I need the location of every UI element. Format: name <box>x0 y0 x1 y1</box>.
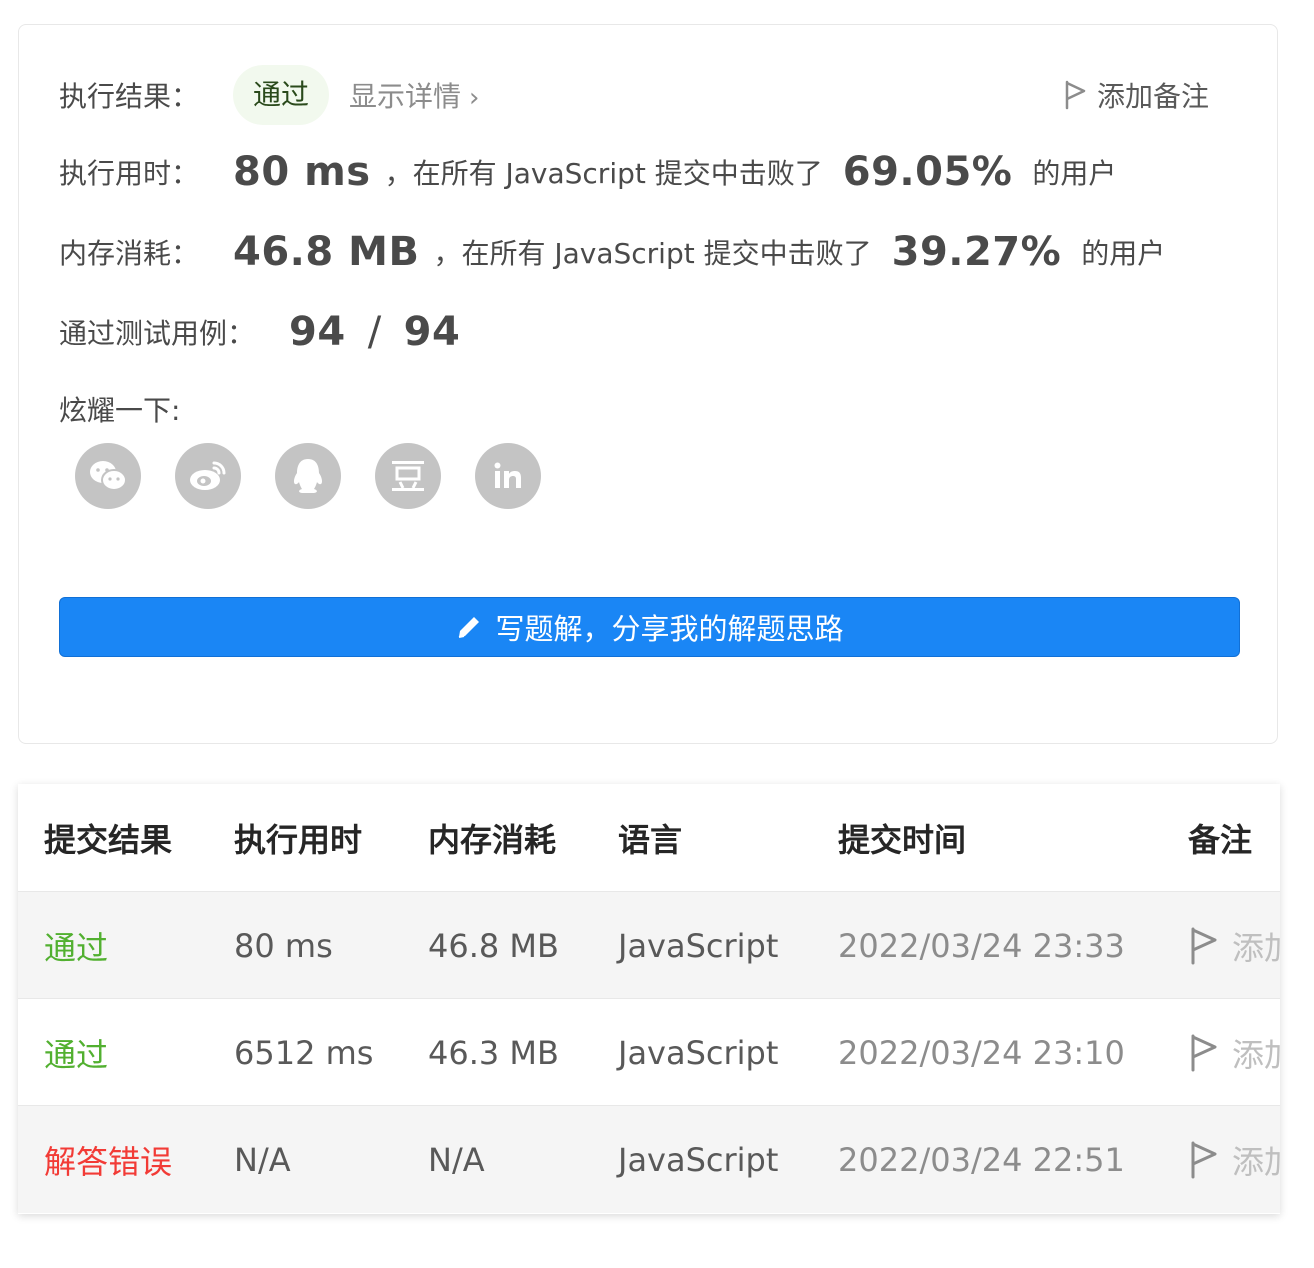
show-details-label: 显示详情 <box>349 80 462 113</box>
share-icons <box>75 443 541 509</box>
row-status[interactable]: 通过 <box>44 1030 108 1076</box>
table-row[interactable]: 通过 6512 ms 46.3 MB JavaScript 2022/03/24… <box>18 998 1280 1106</box>
memory-suffix: 的用户 <box>1081 237 1166 270</box>
status-badge: 通过 <box>233 65 330 125</box>
row-status[interactable]: 通过 <box>44 923 108 969</box>
row-language: JavaScript <box>618 1140 779 1179</box>
add-note-label: 添加备注 <box>1096 80 1209 113</box>
share-label: 炫耀一下: <box>59 394 181 427</box>
row-status[interactable]: 解答错误 <box>44 1137 172 1183</box>
douban-icon[interactable] <box>375 443 441 509</box>
row-language: JavaScript <box>618 926 779 965</box>
testcases-row: 通过测试用例： 94 / 94 <box>59 309 460 355</box>
table-row[interactable]: 解答错误 N/A N/A JavaScript 2022/03/24 22:51… <box>18 1105 1280 1213</box>
testcases-passed: 94 <box>289 309 346 355</box>
qq-icon[interactable] <box>275 443 341 509</box>
row-add-note-label: 添加 <box>1232 1142 1280 1181</box>
header-status: 提交结果 <box>44 820 173 859</box>
memory-mid-text: ，在所有 JavaScript 提交中击败了 <box>433 237 872 270</box>
runtime-mid-text: ，在所有 JavaScript 提交中击败了 <box>384 157 823 190</box>
add-note-button[interactable]: 添加备注 <box>1063 75 1209 115</box>
submission-result-card: 执行结果： 通过 显示详情 › 添加备注 执行用时： 80 ms ，在所有 Jav… <box>18 24 1278 744</box>
submissions-table: 提交结果 执行用时 内存消耗 语言 提交时间 备注 通过 80 ms 46.8 … <box>18 784 1280 1214</box>
runtime-value: 80 ms <box>233 149 371 195</box>
runtime-percent: 69.05% <box>842 149 1013 195</box>
runtime-suffix: 的用户 <box>1032 157 1117 190</box>
testcases-separator: / <box>367 309 382 355</box>
row-memory: 46.3 MB <box>428 1033 559 1072</box>
memory-value: 46.8 MB <box>233 229 420 275</box>
row-runtime: 80 ms <box>234 926 333 965</box>
header-submit-time: 提交时间 <box>838 820 967 859</box>
memory-percent: 39.27% <box>891 229 1062 275</box>
memory-label: 内存消耗： <box>59 237 200 270</box>
table-row[interactable]: 通过 80 ms 46.8 MB JavaScript 2022/03/24 2… <box>18 891 1280 999</box>
row-submit-time: 2022/03/24 23:10 <box>838 1033 1125 1072</box>
row-submit-time: 2022/03/24 23:33 <box>838 926 1125 965</box>
header-runtime: 执行用时 <box>234 820 363 859</box>
row-memory: 46.8 MB <box>428 926 559 965</box>
testcases-label: 通过测试用例： <box>59 317 256 350</box>
memory-row: 内存消耗： 46.8 MB ，在所有 JavaScript 提交中击败了 39.… <box>59 229 1165 275</box>
table-header: 提交结果 执行用时 内存消耗 语言 提交时间 备注 <box>18 784 1280 891</box>
row-memory: N/A <box>428 1140 485 1179</box>
linkedin-icon[interactable] <box>475 443 541 509</box>
wechat-icon[interactable] <box>75 443 141 509</box>
row-add-note-label: 添加 <box>1232 928 1280 967</box>
pencil-icon <box>459 617 480 638</box>
runtime-row: 执行用时： 80 ms ，在所有 JavaScript 提交中击败了 69.05… <box>59 149 1116 195</box>
row-language: JavaScript <box>618 1033 779 1072</box>
header-memory: 内存消耗 <box>428 820 557 859</box>
row-add-note[interactable]: 添加 <box>1188 1030 1280 1076</box>
flag-icon <box>1191 1034 1217 1071</box>
row-runtime: N/A <box>234 1140 291 1179</box>
header-language: 语言 <box>618 820 683 859</box>
row-add-note[interactable]: 添加 <box>1188 923 1280 969</box>
row-add-note[interactable]: 添加 <box>1188 1137 1280 1183</box>
flag-icon <box>1065 80 1086 110</box>
header-note: 备注 <box>1188 820 1253 859</box>
row-submit-time: 2022/03/24 22:51 <box>838 1140 1125 1179</box>
show-details-link[interactable]: 显示详情 › <box>349 75 479 115</box>
testcases-total: 94 <box>403 309 461 355</box>
result-row: 执行结果： 通过 显示详情 › <box>59 65 479 125</box>
weibo-icon[interactable] <box>175 443 241 509</box>
chevron-right-icon: › <box>469 83 480 113</box>
result-label: 执行结果： <box>59 80 200 113</box>
runtime-label: 执行用时： <box>59 157 200 190</box>
flag-icon <box>1191 927 1217 964</box>
write-solution-button[interactable]: 写题解，分享我的解题思路 <box>59 597 1240 657</box>
flag-icon <box>1191 1141 1217 1178</box>
row-add-note-label: 添加 <box>1232 1035 1280 1074</box>
row-runtime: 6512 ms <box>234 1033 374 1072</box>
write-solution-label: 写题解，分享我的解题思路 <box>495 612 844 646</box>
share-label-row: 炫耀一下: <box>59 389 180 429</box>
